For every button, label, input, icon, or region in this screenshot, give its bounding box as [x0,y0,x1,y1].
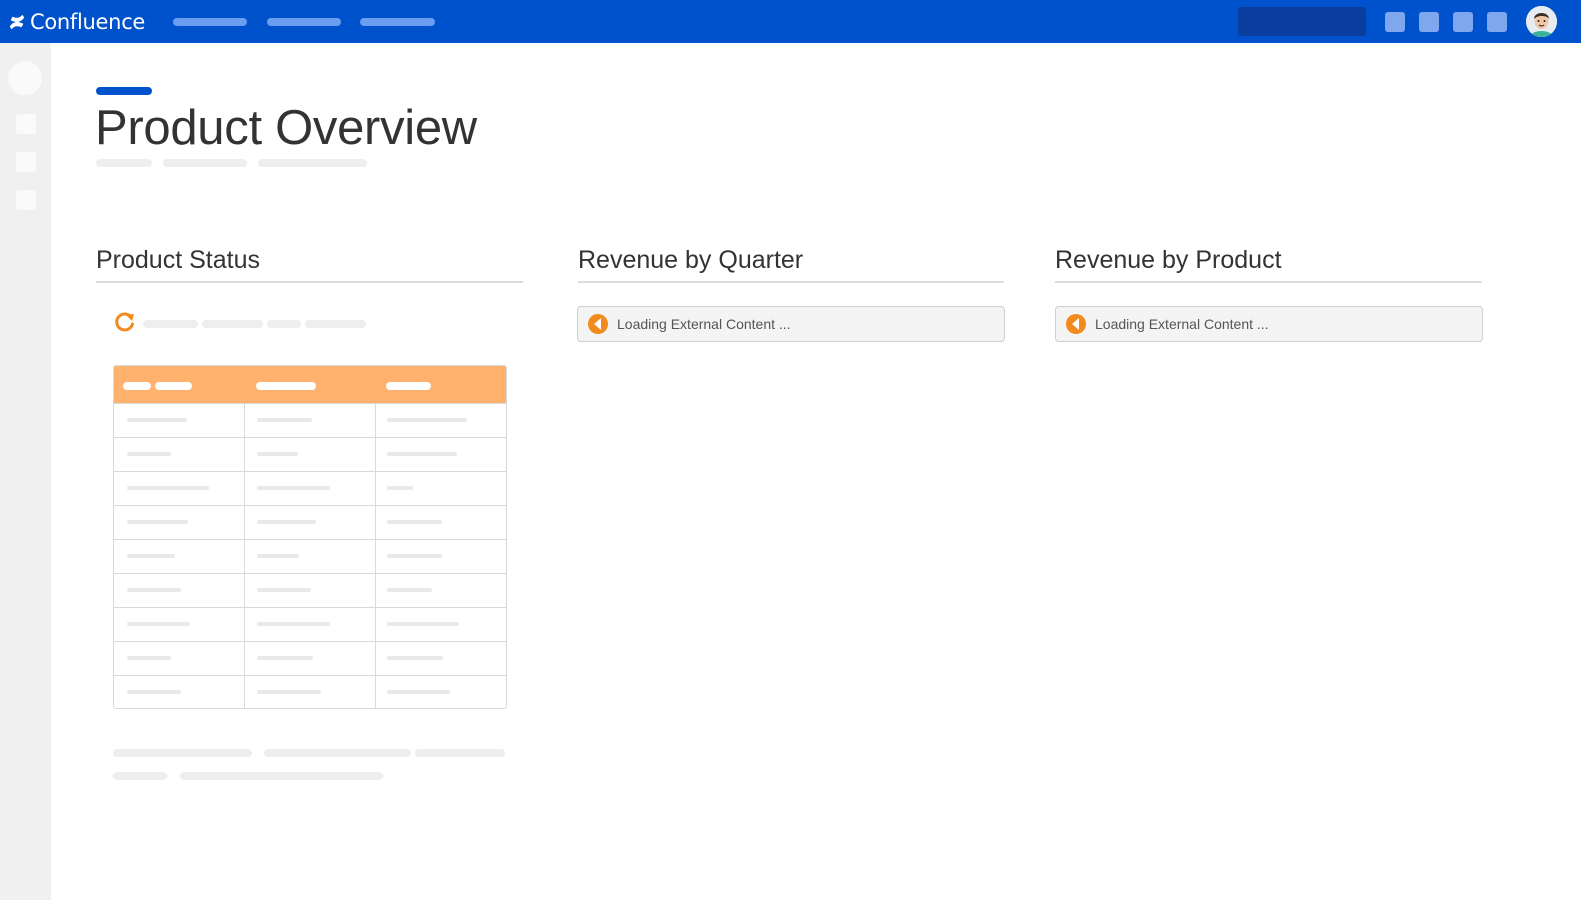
table-cell [127,520,188,524]
external-content-icon [1066,314,1086,334]
footer-text-placeholder-4 [113,772,167,780]
search-input[interactable] [1238,7,1366,36]
title-accent-bar [96,87,152,95]
table-cell [257,588,311,592]
table-cell [127,486,209,490]
table-cell [257,656,313,660]
table-cell [387,520,442,524]
column-header-3[interactable] [386,382,431,390]
table-cell [387,486,413,490]
avatar[interactable] [1526,6,1557,37]
table-cell [257,418,312,422]
footer-text-placeholder-5 [180,772,383,780]
status-text-placeholder-4 [305,320,366,328]
table-row [114,505,506,539]
page-title: Product Overview [95,101,477,155]
confluence-logo-icon [9,14,25,30]
table-cell [257,690,321,694]
product-status-table [113,365,507,709]
table-row [114,573,506,607]
footer-text-placeholder-1 [113,749,252,757]
revenue-by-product-heading: Revenue by Product [1055,246,1282,274]
nav-item-2[interactable] [267,18,341,26]
column-header-1b[interactable] [155,382,192,390]
table-row [114,675,506,708]
table-cell [387,588,432,592]
table-row [114,437,506,471]
sidebar-item-1[interactable] [16,114,36,134]
help-icon[interactable] [1419,12,1439,32]
external-content-icon [588,314,608,334]
byline-placeholder-3 [258,159,367,167]
confluence-logo[interactable]: Confluence [8,9,145,35]
top-navigation-bar: Confluence [0,0,1581,43]
table-cell [257,486,330,490]
nav-item-1[interactable] [173,18,247,26]
footer-text-placeholder-2 [264,749,411,757]
table-row [114,403,506,437]
revenue-by-quarter-external-content[interactable]: Loading External Content ... [577,306,1005,342]
product-status-heading: Product Status [96,246,260,274]
nav-item-3[interactable] [360,18,435,26]
revenue-by-product-external-content[interactable]: Loading External Content ... [1055,306,1483,342]
table-cell [127,656,171,660]
table-cell [127,690,181,694]
revenue-by-quarter-heading: Revenue by Quarter [578,246,804,274]
notifications-icon[interactable] [1385,12,1405,32]
byline-placeholder-2 [163,159,247,167]
table-cell [387,656,443,660]
table-cell [127,452,171,456]
sidebar-item-3[interactable] [16,190,36,210]
sidebar-item-2[interactable] [16,152,36,172]
table-row [114,471,506,505]
table-cell [127,588,181,592]
status-text-placeholder-1 [143,320,198,328]
user-avatar-icon [1526,6,1557,37]
revenue-by-product-divider [1055,281,1482,283]
table-cell [257,452,298,456]
apps-icon[interactable] [1453,12,1473,32]
column-header-2[interactable] [256,382,316,390]
table-cell [257,520,316,524]
table-cell [127,622,190,626]
table-cell [387,452,457,456]
settings-icon[interactable] [1487,12,1507,32]
byline-placeholder-1 [96,159,152,167]
column-header-1a[interactable] [123,382,151,390]
app-name: Confluence [30,10,146,34]
status-text-placeholder-2 [202,320,263,328]
sidebar-space-avatar[interactable] [8,61,42,95]
revenue-by-quarter-divider [578,281,1004,283]
product-status-divider [96,281,523,283]
table-header-row [114,366,506,403]
table-cell [387,622,459,626]
table-row [114,607,506,641]
status-text-placeholder-3 [267,320,301,328]
refresh-icon[interactable] [114,311,136,333]
table-cell [127,554,175,558]
table-cell [387,418,467,422]
table-cell [257,622,330,626]
table-row [114,641,506,675]
table-row [114,539,506,573]
table-cell [387,554,442,558]
footer-text-placeholder-3 [415,749,505,757]
table-cell [387,690,450,694]
table-cell [257,554,299,558]
loading-text: Loading External Content ... [617,316,791,332]
loading-text: Loading External Content ... [1095,316,1269,332]
left-sidebar [0,43,51,900]
table-cell [127,418,187,422]
